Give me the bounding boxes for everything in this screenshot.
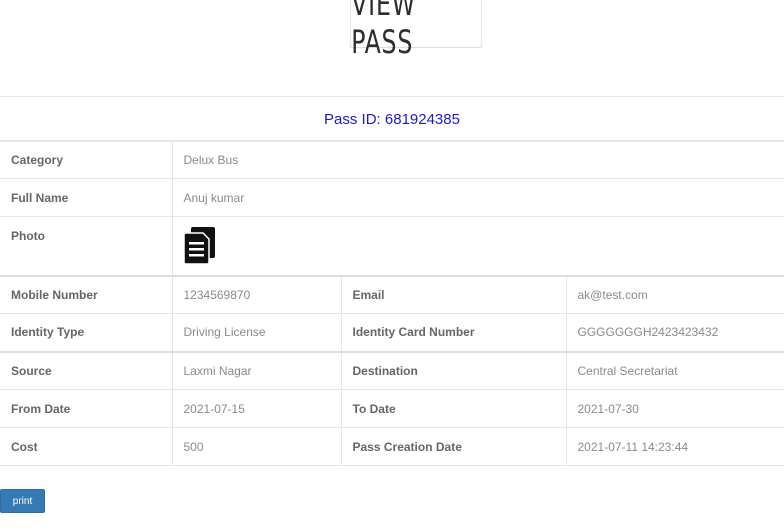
source-label: Source [0, 350, 172, 390]
destination-value: Central Secretariat [565, 350, 784, 390]
table-row: Mobile Number 1234569870 Email ak@test.c… [0, 274, 784, 314]
document-copy-icon[interactable] [182, 226, 216, 265]
table-row: Full Name Anuj kumar [0, 178, 784, 217]
creation-date-value: 2021-07-11 14:23:44 [565, 427, 784, 466]
mobile-value: 1234569870 [171, 274, 341, 314]
to-date-label: To Date [340, 389, 566, 428]
creation-date-label: Pass Creation Date [340, 427, 566, 466]
table-row: Photo [0, 216, 784, 276]
page-title: VIEW PASS [350, 0, 482, 61]
pass-id: Pass ID: 681924385 [0, 96, 784, 142]
photo-cell [171, 216, 784, 276]
identity-type-value: Driving License [171, 313, 341, 352]
to-date-value: 2021-07-30 [565, 389, 784, 428]
from-date-label: From Date [0, 389, 172, 428]
table-row: Source Laxmi Nagar Destination Central S… [0, 350, 784, 390]
mobile-label: Mobile Number [0, 274, 172, 314]
email-value: ak@test.com [565, 274, 784, 314]
table-row: Cost 500 Pass Creation Date 2021-07-11 1… [0, 427, 784, 466]
category-label: Category [0, 140, 172, 179]
source-value: Laxmi Nagar [171, 350, 341, 390]
email-label: Email [340, 274, 566, 314]
destination-label: Destination [340, 350, 566, 390]
full-name-label: Full Name [0, 178, 172, 217]
photo-label: Photo [0, 216, 172, 276]
full-name-value: Anuj kumar [171, 178, 784, 217]
cost-value: 500 [171, 427, 341, 466]
table-row: Identity Type Driving License Identity C… [0, 313, 784, 352]
table-row: From Date 2021-07-15 To Date 2021-07-30 [0, 389, 784, 428]
pass-details-table: Category Delux Bus Full Name Anuj kumar … [0, 140, 784, 466]
cost-label: Cost [0, 427, 172, 466]
category-value: Delux Bus [171, 140, 784, 179]
table-row: Category Delux Bus [0, 140, 784, 179]
print-button[interactable]: print [0, 489, 45, 513]
identity-type-label: Identity Type [0, 313, 172, 352]
from-date-value: 2021-07-15 [171, 389, 341, 428]
identity-number-value: GGGGGGGH2423423432 [565, 313, 784, 352]
identity-number-label: Identity Card Number [340, 313, 566, 352]
